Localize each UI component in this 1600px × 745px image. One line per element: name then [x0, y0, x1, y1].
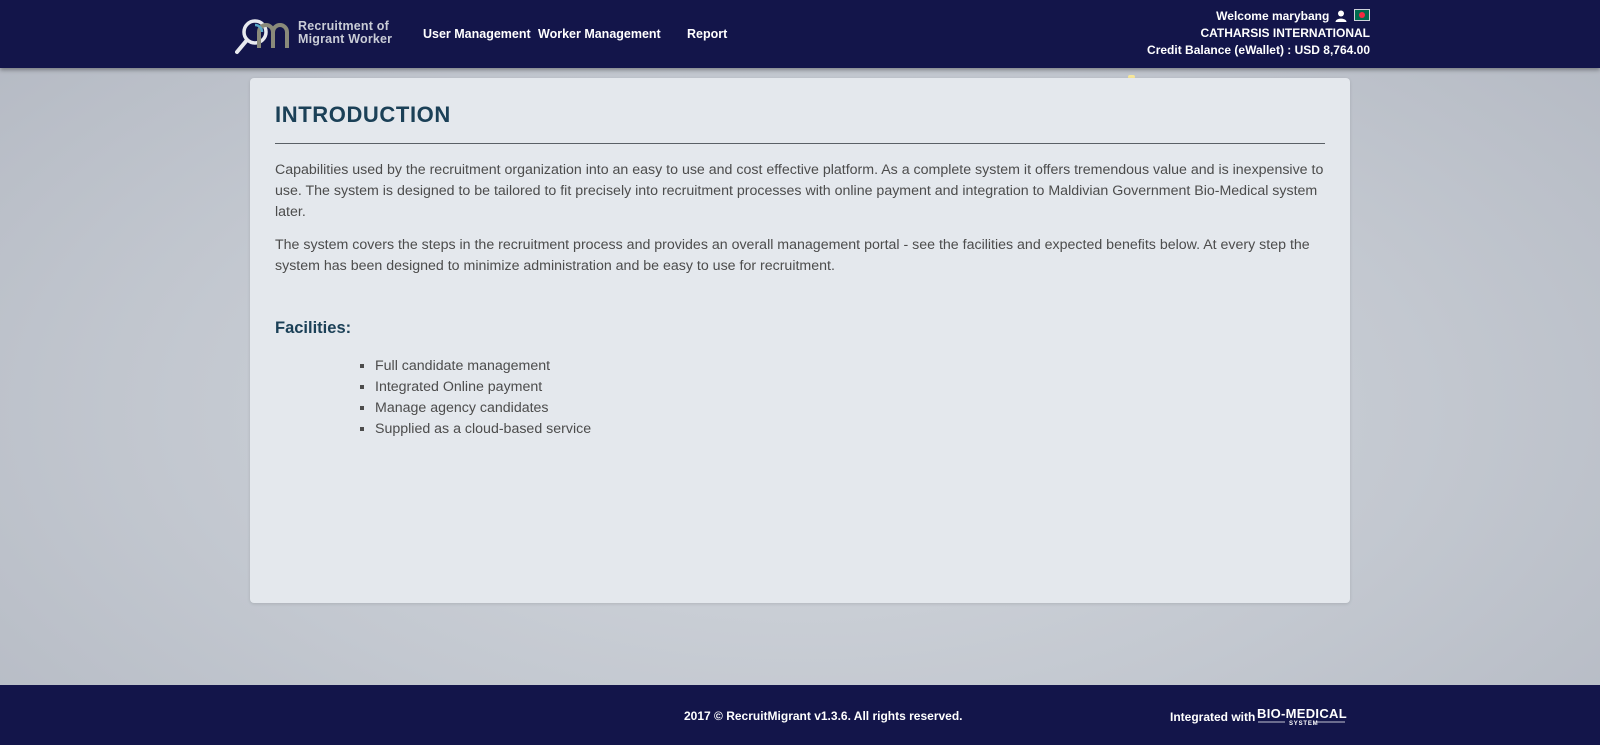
- page-title: INTRODUCTION: [275, 102, 451, 127]
- facilities-heading: Facilities:: [275, 319, 352, 337]
- logo-text: Recruitment of Migrant Worker: [298, 20, 392, 46]
- list-item: Full candidate management: [375, 356, 591, 377]
- copyright-text: 2017 © RecruitMigrant v1.3.6. All rights…: [684, 709, 963, 723]
- intro-paragraph-1: Capabilities used by the recruitment org…: [275, 162, 1324, 220]
- bio-medical-logo[interactable]: BIO-MEDICAL SYSTEM: [1257, 704, 1347, 730]
- magnifier-logo-icon: [235, 19, 289, 54]
- logo-line-2: Migrant Worker: [298, 32, 393, 46]
- list-item: Integrated Online payment: [375, 377, 591, 398]
- top-navbar: Recruitment of Migrant Worker User Manag…: [0, 0, 1600, 68]
- integrated-with-label: Integrated with: [1170, 710, 1256, 724]
- page-footer: 2017 © RecruitMigrant v1.3.6. All rights…: [0, 685, 1600, 745]
- introduction-card: INTRODUCTION Capabilities used by the re…: [250, 78, 1350, 603]
- nav-report[interactable]: Report: [687, 27, 727, 41]
- person-icon[interactable]: [1335, 10, 1347, 22]
- company-name: CATHARSIS INTERNATIONAL: [1200, 26, 1370, 40]
- list-item: Supplied as a cloud-based service: [375, 419, 591, 440]
- list-item: Manage agency candidates: [375, 398, 591, 419]
- welcome-line: Welcome marybang: [1147, 8, 1370, 25]
- nav-worker-management[interactable]: Worker Management: [538, 27, 661, 41]
- facilities-list: Full candidate management Integrated Onl…: [350, 356, 591, 440]
- credit-balance: Credit Balance (eWallet) : USD 8,764.00: [1147, 43, 1370, 57]
- nav-user-management[interactable]: User Management: [423, 27, 531, 41]
- bio-medical-logo-text: BIO-MEDICAL: [1257, 706, 1347, 721]
- app-logo[interactable]: Recruitment of Migrant Worker: [235, 14, 395, 56]
- title-divider: [275, 143, 1325, 144]
- intro-paragraph-2: The system covers the steps in the recru…: [275, 237, 1310, 274]
- bio-medical-logo-subtext: SYSTEM: [1289, 721, 1318, 727]
- welcome-text[interactable]: Welcome marybang: [1216, 9, 1329, 23]
- user-info: Welcome marybang CATHARSIS INTERNATIONAL…: [1147, 8, 1370, 59]
- bangladesh-flag-icon[interactable]: [1354, 9, 1370, 21]
